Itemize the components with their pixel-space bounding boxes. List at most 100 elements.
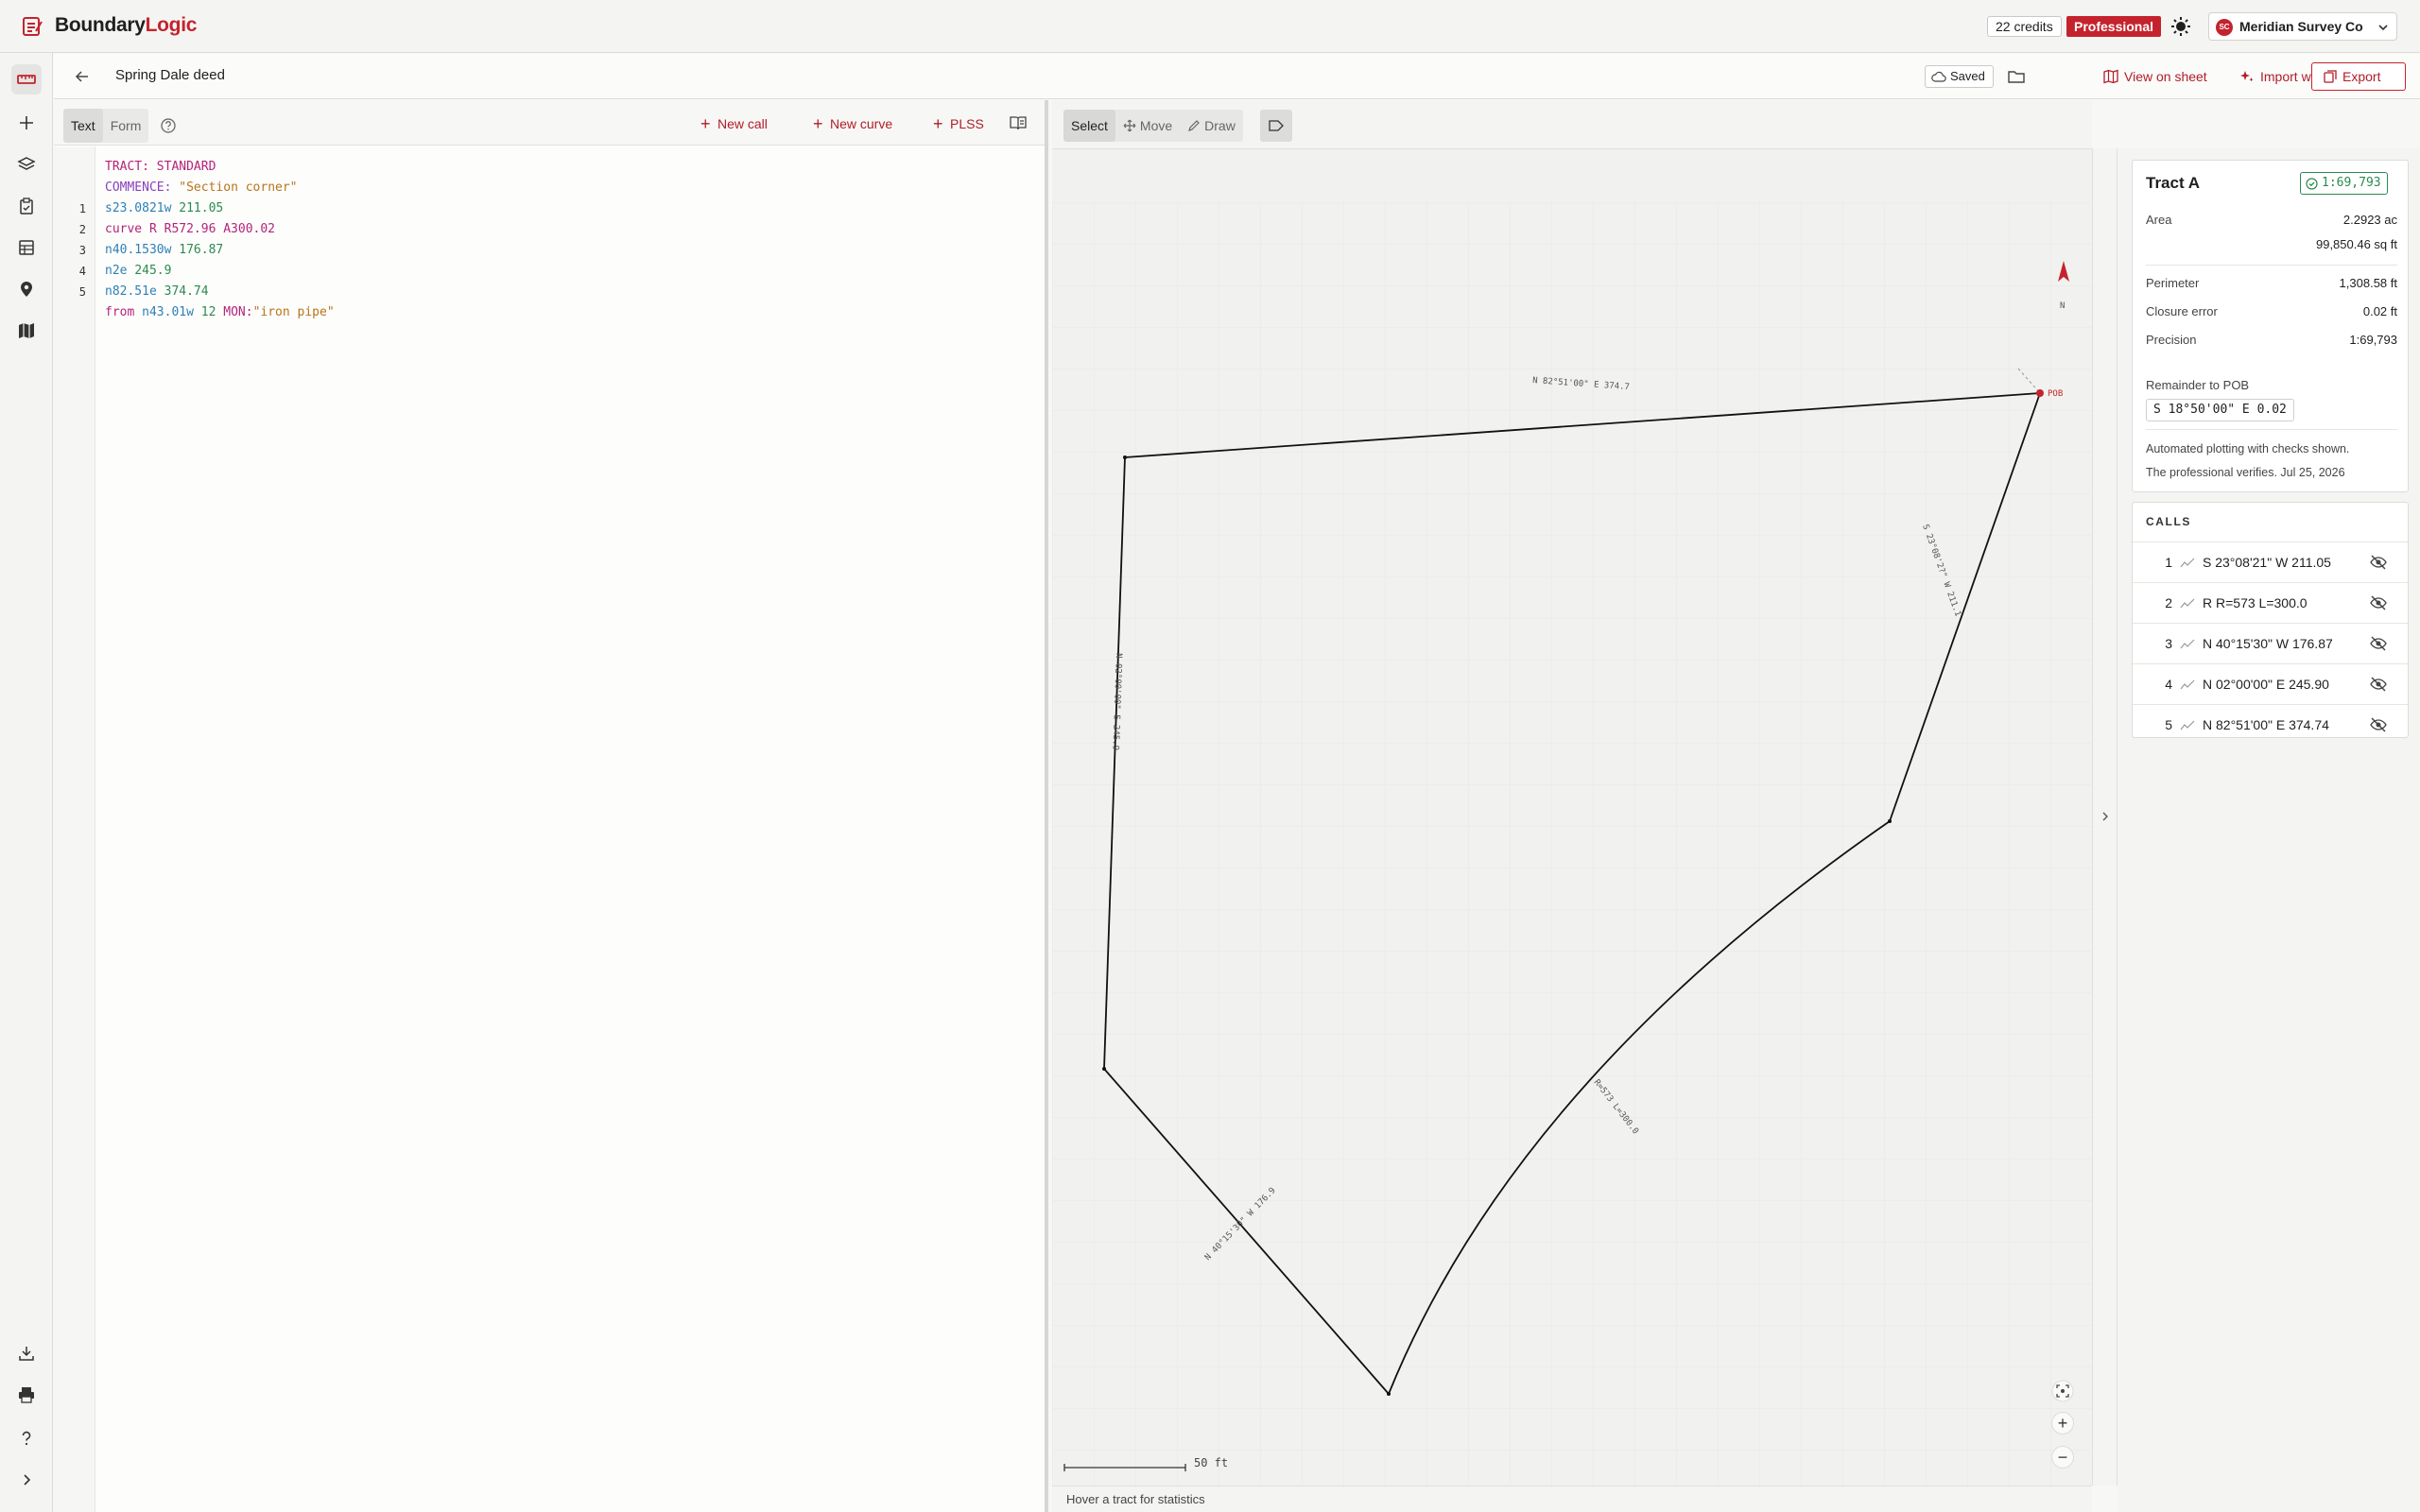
plot-map[interactable]: Select Move Draw POB S 23°08'2?" W 211.1…: [1052, 100, 2092, 1512]
folder-icon[interactable]: [2007, 67, 2026, 86]
code-line[interactable]: TRACT: STANDARD: [54, 157, 1037, 178]
download-button[interactable]: [11, 1338, 42, 1368]
layers-icon: [17, 157, 36, 170]
label-tool-button[interactable]: [1260, 110, 1292, 142]
select-tool[interactable]: Select: [1063, 110, 1115, 142]
perimeter-label: Perimeter: [2146, 276, 2200, 290]
fit-view-icon[interactable]: [2051, 1380, 2074, 1402]
stats-panel: Tract A 1:69,793 Area 2.2923 ac 99,850.46…: [2118, 148, 2420, 1512]
code-line[interactable]: 2 curve R R572.96 A300.02: [54, 219, 1037, 240]
help-circle-icon[interactable]: [160, 117, 177, 134]
map-canvas[interactable]: POB S 23°08'2?" W 211.1 R=573 L=300.0 N …: [1052, 150, 2092, 1512]
back-arrow-icon[interactable]: [73, 67, 92, 86]
code-line[interactable]: 1 s23.0821w 211.05: [54, 198, 1037, 219]
new-call-button[interactable]: + New call: [697, 110, 768, 138]
table-button[interactable]: [11, 232, 42, 263]
code-line[interactable]: 5 n82.51e 374.74: [54, 282, 1037, 302]
vertex[interactable]: [1888, 819, 1892, 823]
code-token: n2e: [105, 264, 135, 278]
call-row[interactable]: 5 N 82°51'00" E 374.74: [2133, 704, 2408, 745]
call-index: 3: [2165, 636, 2172, 651]
draw-tool[interactable]: Draw: [1180, 110, 1243, 142]
saved-label: Saved: [1950, 69, 1985, 83]
code-line[interactable]: COMMENCE: "Section corner": [54, 178, 1037, 198]
expand-rail-button[interactable]: [11, 1465, 42, 1495]
tab-form[interactable]: Form: [103, 109, 149, 143]
view-on-sheet-label: View on sheet: [2124, 69, 2207, 84]
vertex[interactable]: [1123, 455, 1127, 459]
code-token: TRACT:: [105, 160, 157, 174]
code-token: n82.51e: [105, 284, 164, 299]
export-button[interactable]: Export: [2311, 62, 2406, 91]
code-token: curve R R572.96 A300.02: [105, 222, 276, 236]
print-button[interactable]: [11, 1380, 42, 1410]
tab-text[interactable]: Text: [63, 109, 103, 143]
export-icon: [2324, 70, 2337, 83]
line-number: 1: [78, 202, 86, 215]
code-token: "Section corner": [179, 180, 298, 195]
pen-icon: [1188, 120, 1201, 131]
clipboard-button[interactable]: [11, 191, 42, 221]
eye-off-icon[interactable]: [2370, 677, 2387, 692]
new-plss-button[interactable]: + PLSS: [929, 110, 984, 138]
eye-off-icon[interactable]: [2370, 717, 2387, 732]
call-row[interactable]: 1 S 23°08'21" W 211.05: [2133, 541, 2408, 582]
code-line[interactable]: from n43.01w 12 MON:"iron pipe": [54, 302, 1037, 323]
line-number: 2: [78, 223, 86, 236]
code-token: STANDARD: [156, 160, 216, 174]
line-number: 3: [78, 244, 86, 257]
eye-off-icon[interactable]: [2370, 595, 2387, 610]
organization-switcher[interactable]: SC Meridian Survey Co: [2208, 12, 2397, 41]
add-button[interactable]: [11, 108, 42, 138]
code-area[interactable]: TRACT: STANDARD COMMENCE: "Section corner…: [54, 157, 1037, 323]
call-index: 5: [2165, 717, 2172, 732]
credits-badge[interactable]: 22 credits: [1987, 16, 2062, 37]
pin-button[interactable]: [11, 274, 42, 304]
map-pin-icon: [21, 282, 32, 297]
code-text: TRACT: STANDARD: [105, 157, 216, 178]
view-on-sheet-button[interactable]: View on sheet: [2101, 64, 2207, 89]
area-sqft: 99,850.46 sq ft: [2315, 237, 2397, 251]
code-token: COMMENCE:: [105, 180, 180, 195]
help-icon: [22, 1431, 31, 1446]
new-curve-button[interactable]: + New curve: [809, 110, 892, 138]
precision-row: Precision 1:69,793: [2146, 333, 2397, 352]
sparkles-icon: [2240, 71, 2254, 82]
map-icon: [19, 323, 34, 338]
vertex[interactable]: [1387, 1392, 1391, 1396]
code-line[interactable]: 4 n2e 245.9: [54, 261, 1037, 282]
zoom-out-button[interactable]: −: [2051, 1446, 2074, 1469]
ruler-icon: [17, 75, 36, 84]
left-rail: [0, 53, 53, 1512]
call-row[interactable]: 3 N 40°15'30" W 176.87: [2133, 623, 2408, 663]
pob-marker[interactable]: [2036, 389, 2044, 397]
book-icon[interactable]: [1009, 113, 1028, 132]
chevron-right-icon: [24, 1474, 31, 1486]
vertex[interactable]: [1102, 1067, 1106, 1071]
map-grid: [1052, 202, 2092, 1512]
document-title[interactable]: Spring Dale deed: [115, 67, 225, 83]
closure-value: 0.02 ft: [2362, 304, 2397, 318]
north-arrow-icon: [2058, 261, 2069, 282]
code-text: from n43.01w 12 MON:"iron pipe": [105, 302, 335, 323]
verification-note-2: The professional verifies. Jul 25, 2026: [2146, 466, 2345, 479]
map-button[interactable]: [11, 316, 42, 346]
theme-toggle-icon[interactable]: [2169, 15, 2192, 38]
cloud-icon: [1931, 71, 1946, 82]
panel-collapse-strip[interactable]: [2092, 148, 2118, 1486]
area-sqft-row: 99,850.46 sq ft: [2146, 237, 2397, 256]
clipboard-icon: [20, 198, 33, 215]
eye-off-icon[interactable]: [2370, 636, 2387, 651]
call-row[interactable]: 4 N 02°00'00" E 245.90: [2133, 663, 2408, 704]
layers-button[interactable]: [11, 149, 42, 180]
calls-card: CALLS 1 S 23°08'21" W 211.05 2 R R=573 L=30…: [2132, 502, 2409, 738]
help-button[interactable]: [11, 1423, 42, 1453]
ruler-tool-button[interactable]: [11, 64, 42, 94]
chevron-right-icon[interactable]: [2099, 810, 2112, 823]
code-line[interactable]: 3 n40.1530w 176.87: [54, 240, 1037, 261]
zoom-in-button[interactable]: +: [2051, 1412, 2074, 1435]
deed-text-editor[interactable]: Text Form + New call + New curve + PLSS TRA…: [54, 100, 1048, 1512]
move-tool[interactable]: Move: [1115, 110, 1180, 142]
eye-off-icon[interactable]: [2370, 555, 2387, 570]
call-row[interactable]: 2 R R=573 L=300.0: [2133, 582, 2408, 623]
